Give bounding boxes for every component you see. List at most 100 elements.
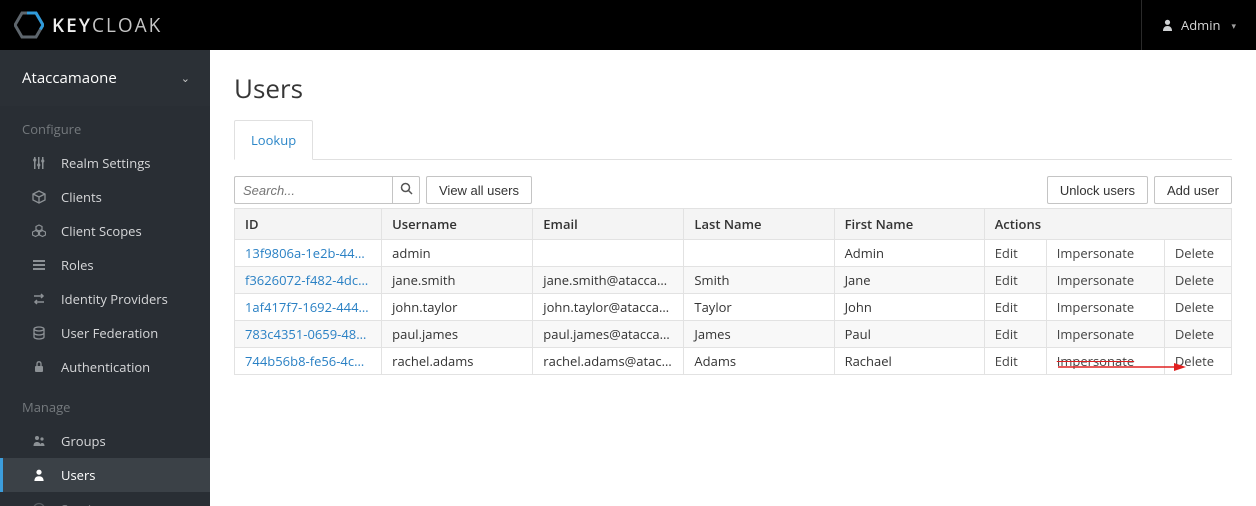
user-id-link[interactable]: 744b56b8-fe56-4c43-… — [245, 352, 371, 370]
user-email-cell: paul.james@ataccam… — [533, 321, 684, 348]
user-username-cell: admin — [382, 240, 533, 267]
user-id-cell: 744b56b8-fe56-4c43-… — [235, 348, 382, 375]
exchange-icon — [31, 292, 47, 306]
user-email-cell: rachel.adams@atacc… — [533, 348, 684, 375]
group-icon — [31, 434, 47, 448]
sidebar-item-roles[interactable]: Roles — [0, 248, 210, 282]
user-firstname-cell: John — [834, 294, 984, 321]
delete-user-button[interactable]: Delete — [1164, 294, 1231, 321]
search-input[interactable] — [234, 176, 392, 204]
user-id-link[interactable]: 1af417f7-1692-444d-… — [245, 298, 371, 316]
edit-user-button[interactable]: Edit — [984, 240, 1046, 267]
sidebar-item-realm-settings[interactable]: Realm Settings — [0, 146, 210, 180]
user-email-cell — [533, 240, 684, 267]
sidebar-item-label: Realm Settings — [61, 154, 150, 172]
table-header-email[interactable]: Email — [533, 209, 684, 240]
add-user-button[interactable]: Add user — [1154, 176, 1232, 204]
user-id-link[interactable]: 13f9806a-1e2b-442d-… — [245, 244, 371, 262]
table-header-first-name[interactable]: First Name — [834, 209, 984, 240]
user-lastname-cell: Taylor — [684, 294, 834, 321]
user-icon — [1162, 19, 1173, 31]
user-firstname-cell: Paul — [834, 321, 984, 348]
user-username-cell: rachel.adams — [382, 348, 533, 375]
edit-user-button[interactable]: Edit — [984, 267, 1046, 294]
brand[interactable]: KEYCLOAK — [0, 11, 162, 39]
chevron-down-icon: ⌄ — [181, 71, 190, 86]
user-email-cell: jane.smith@ataccam… — [533, 267, 684, 294]
user-lastname-cell: Adams — [684, 348, 834, 375]
user-firstname-cell: Admin — [834, 240, 984, 267]
impersonate-user-button[interactable]: Impersonate — [1046, 240, 1164, 267]
table-row: 13f9806a-1e2b-442d-… admin AdminEditImpers… — [235, 240, 1232, 267]
sidebar-item-label: Authentication — [61, 358, 150, 376]
realm-selector[interactable]: Ataccamaone ⌄ — [0, 50, 210, 106]
delete-user-button[interactable]: Delete — [1164, 348, 1231, 375]
lock-icon — [31, 360, 47, 374]
user-email-cell: john.taylor@ataccam… — [533, 294, 684, 321]
user-id-link[interactable]: f3626072-f482-4dcc-… — [245, 271, 371, 289]
table-row: 783c4351-0659-487c-… paul.jamespaul.james… — [235, 321, 1232, 348]
edit-user-button[interactable]: Edit — [984, 321, 1046, 348]
cube-icon — [31, 190, 47, 204]
app-header: KEYCLOAK Admin ▾ — [0, 0, 1256, 50]
main-content: Users Lookup View all users Unlock users — [210, 50, 1256, 506]
sidebar-item-groups[interactable]: Groups — [0, 424, 210, 458]
search-button[interactable] — [392, 176, 420, 204]
user-firstname-cell: Rachael — [834, 348, 984, 375]
table-header-id[interactable]: ID — [235, 209, 382, 240]
edit-user-button[interactable]: Edit — [984, 294, 1046, 321]
user-lastname-cell: James — [684, 321, 834, 348]
impersonate-user-button[interactable]: Impersonate — [1046, 267, 1164, 294]
unlock-users-button[interactable]: Unlock users — [1047, 176, 1148, 204]
user-username-cell: paul.james — [382, 321, 533, 348]
view-all-users-button[interactable]: View all users — [426, 176, 532, 204]
sidebar-item-label: Groups — [61, 432, 106, 450]
user-id-cell: 13f9806a-1e2b-442d-… — [235, 240, 382, 267]
sidebar-item-user-federation[interactable]: User Federation — [0, 316, 210, 350]
search-icon — [400, 182, 413, 198]
tab-lookup[interactable]: Lookup — [234, 120, 313, 160]
user-id-link[interactable]: 783c4351-0659-487c-… — [245, 325, 371, 343]
cubes-icon — [31, 224, 47, 238]
user-id-cell: 783c4351-0659-487c-… — [235, 321, 382, 348]
sidebar-item-sessions[interactable]: Sessions — [0, 492, 210, 506]
realm-name: Ataccamaone — [22, 68, 117, 88]
user-id-cell: 1af417f7-1692-444d-… — [235, 294, 382, 321]
brand-logo-icon — [14, 11, 44, 39]
tabs: Lookup — [234, 120, 1232, 160]
impersonate-user-button[interactable]: Impersonate — [1046, 348, 1164, 375]
header-user-menu[interactable]: Admin ▾ — [1141, 0, 1256, 50]
sidebar-item-label: Client Scopes — [61, 222, 142, 240]
sidebar-item-authentication[interactable]: Authentication — [0, 350, 210, 384]
page-title: Users — [234, 70, 1232, 106]
sidebar-item-label: Clients — [61, 188, 102, 206]
user-username-cell: jane.smith — [382, 267, 533, 294]
sidebar: Ataccamaone ⌄ Configure Realm Settings C… — [0, 50, 210, 506]
user-lastname-cell — [684, 240, 834, 267]
table-header-actions: Actions — [984, 209, 1231, 240]
table-header-last-name[interactable]: Last Name — [684, 209, 834, 240]
chevron-down-icon: ▾ — [1231, 19, 1236, 32]
sidebar-item-label: Identity Providers — [61, 290, 168, 308]
delete-user-button[interactable]: Delete — [1164, 267, 1231, 294]
impersonate-user-button[interactable]: Impersonate — [1046, 294, 1164, 321]
impersonate-user-button[interactable]: Impersonate — [1046, 321, 1164, 348]
sidebar-item-client-scopes[interactable]: Client Scopes — [0, 214, 210, 248]
list-icon — [31, 258, 47, 272]
table-header-username[interactable]: Username — [382, 209, 533, 240]
sidebar-item-label: User Federation — [61, 324, 158, 342]
sidebar-item-label: Sessions — [61, 500, 113, 506]
sidebar-section-configure: Configure — [0, 106, 210, 146]
delete-user-button[interactable]: Delete — [1164, 321, 1231, 348]
clock-icon — [31, 502, 47, 506]
table-row: 1af417f7-1692-444d-…john.taylorjohn.tayl… — [235, 294, 1232, 321]
sidebar-item-identity-providers[interactable]: Identity Providers — [0, 282, 210, 316]
sidebar-item-users[interactable]: Users — [0, 458, 210, 492]
table-row: f3626072-f482-4dcc-… jane.smithjane.smith… — [235, 267, 1232, 294]
delete-user-button[interactable]: Delete — [1164, 240, 1231, 267]
sidebar-item-label: Roles — [61, 256, 94, 274]
database-icon — [31, 326, 47, 340]
edit-user-button[interactable]: Edit — [984, 348, 1046, 375]
header-user-label: Admin — [1181, 16, 1220, 34]
sidebar-item-clients[interactable]: Clients — [0, 180, 210, 214]
